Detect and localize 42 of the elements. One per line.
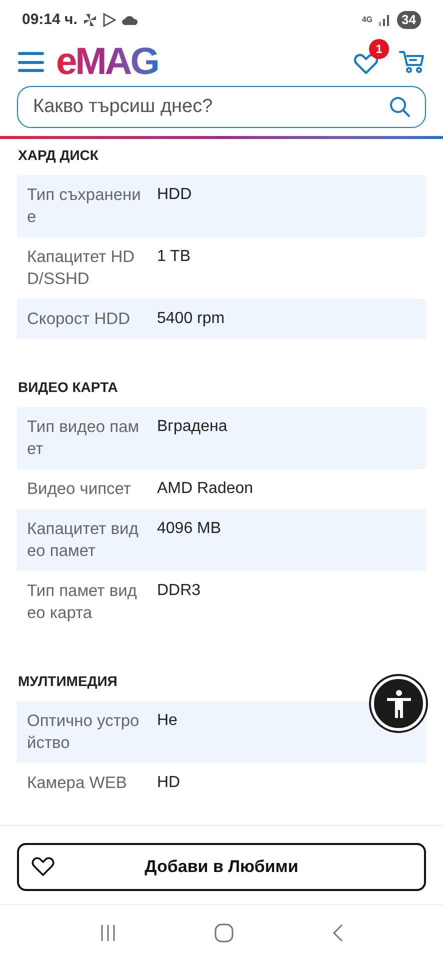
menu-icon[interactable]	[18, 52, 44, 72]
spec-value: HDD	[157, 185, 192, 205]
spec-value: DDR3	[157, 581, 201, 601]
spec-value: 4096 MB	[157, 519, 222, 539]
section-heading: ХАРД ДИСК	[18, 146, 98, 165]
network-label: 4G	[362, 16, 373, 24]
back-icon[interactable]	[332, 924, 344, 942]
status-time: 09:14 ч.	[22, 10, 78, 30]
recent-apps-icon[interactable]	[98, 924, 117, 942]
spec-value: AMD Radeon	[157, 479, 254, 499]
spec-label: Тип видео памет	[27, 417, 140, 460]
spec-value: Вградена	[157, 417, 228, 437]
search-field[interactable]: Какво търсиш днес?	[17, 86, 426, 128]
play-store-icon	[103, 13, 116, 27]
spec-value: Не	[157, 711, 178, 731]
spec-label: Видео чипсет	[27, 479, 132, 500]
spec-label: Оптично устройство	[27, 711, 140, 754]
section-heading: МУЛТИМЕДИЯ	[18, 672, 118, 691]
accessibility-icon	[384, 688, 412, 718]
cart-icon[interactable]	[399, 49, 425, 75]
spec-label: Капацитет HDD/SSHD	[27, 247, 136, 290]
favorites-badge: 1	[369, 39, 389, 59]
home-icon[interactable]	[214, 922, 234, 942]
search-icon[interactable]	[389, 96, 411, 118]
heart-icon	[31, 856, 55, 878]
spec-label: Капацитет видео памет	[27, 519, 140, 562]
spec-value: 5400 rpm	[157, 309, 225, 329]
spec-label: Камера WEB	[27, 773, 128, 794]
battery-indicator: 34	[396, 11, 421, 29]
signal-icon	[378, 14, 392, 26]
accessibility-button[interactable]	[371, 676, 426, 731]
cloud-icon	[122, 15, 138, 25]
spec-value: 1 TB	[157, 247, 190, 267]
spec-label: Тип съхранение	[27, 185, 142, 228]
pinwheel-icon	[83, 13, 98, 27]
spec-label: Скорост HDD	[27, 309, 131, 330]
favorites-button[interactable]: 1	[353, 39, 389, 79]
heart-icon	[353, 52, 379, 76]
add-to-favorites-button[interactable]: Добави в Любими	[17, 843, 426, 891]
section-heading: ВИДЕО КАРТА	[18, 378, 118, 397]
spec-value: HD	[157, 773, 180, 793]
spec-label: Тип памет видео карта	[27, 581, 138, 624]
